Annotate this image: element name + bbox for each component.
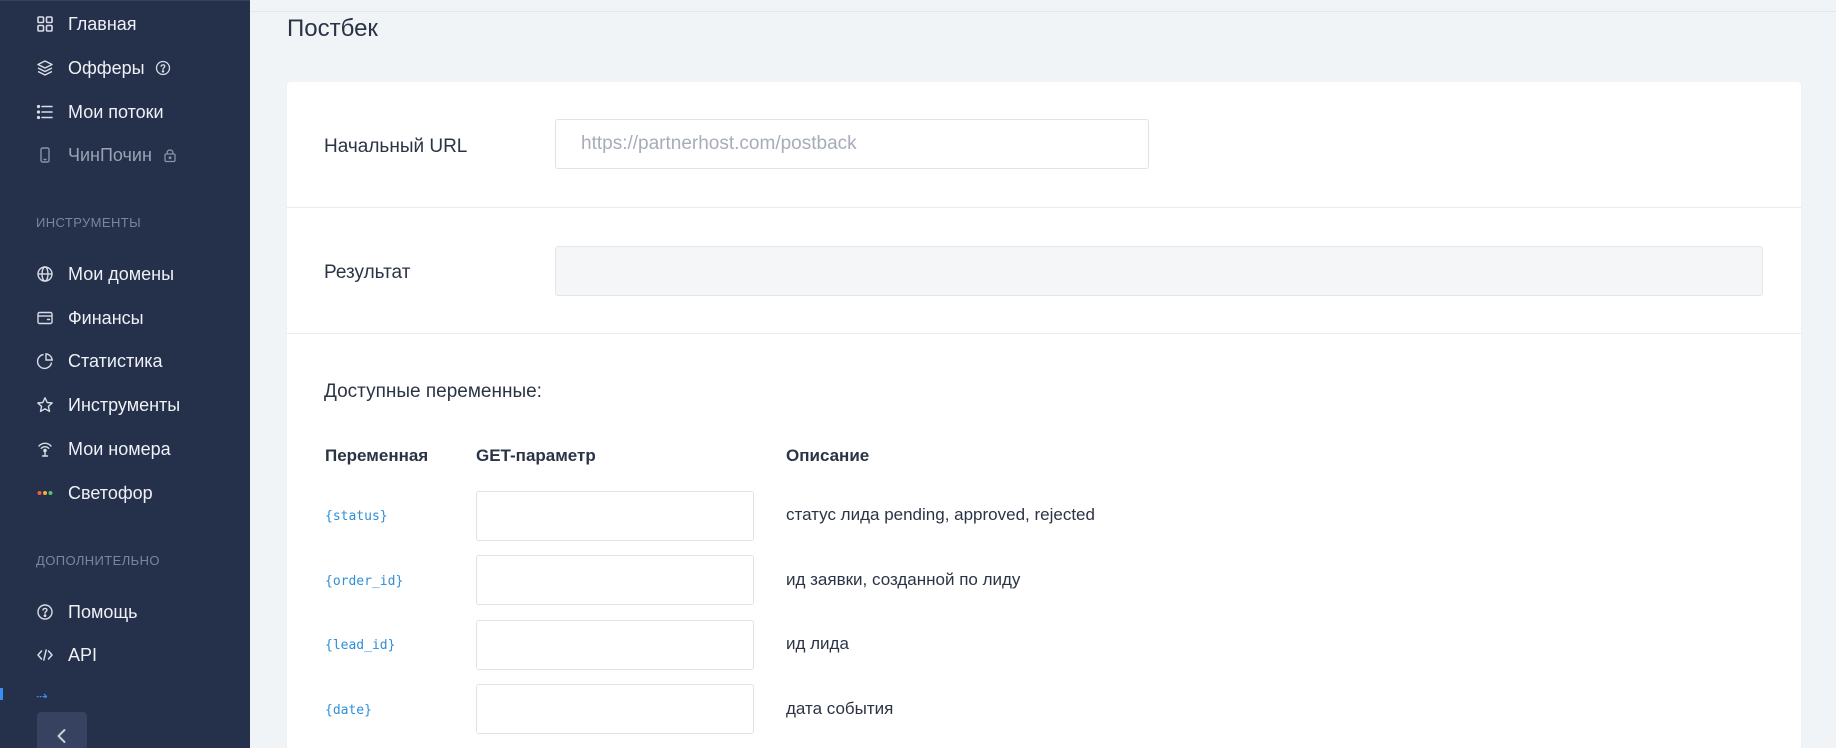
sidebar-item-offers[interactable]: Офферы bbox=[36, 54, 171, 82]
sidebar-item-streams[interactable]: Мои потоки bbox=[36, 98, 164, 126]
variable-description: статус лида pending, approved, rejected bbox=[786, 505, 1095, 524]
sidebar-item-label: Мои номера bbox=[68, 438, 171, 459]
grid-icon bbox=[36, 15, 54, 33]
variable-description: ид заявки, созданной по лиду bbox=[786, 570, 1021, 589]
globe-icon bbox=[36, 265, 54, 283]
variable-name: {date} bbox=[325, 703, 372, 718]
url-label: Начальный URL bbox=[324, 136, 468, 157]
sidebar-item-home[interactable]: Главная bbox=[36, 10, 137, 38]
start-url-input[interactable] bbox=[555, 119, 1149, 169]
phone-icon bbox=[36, 146, 54, 164]
sidebar-item-help[interactable]: Помощь bbox=[36, 598, 138, 626]
chevron-left-icon bbox=[57, 729, 66, 743]
lock-icon bbox=[162, 147, 178, 163]
code-icon bbox=[36, 646, 54, 664]
sidebar-item-domains[interactable]: Мои домены bbox=[36, 260, 174, 288]
page-title: Постбек bbox=[287, 15, 378, 42]
sidebar-item-label: Мои домены bbox=[68, 263, 175, 284]
sidebar-item-label: Главная bbox=[68, 13, 137, 34]
app: Главная Офферы Мои потоки ЧинПочин ИНСТР… bbox=[0, 0, 1836, 748]
sidebar-item-label: API bbox=[68, 644, 98, 665]
sidebar-top-divider bbox=[0, 0, 250, 1]
sidebar-item-label: Помощь bbox=[68, 601, 138, 622]
variable-description: дата события bbox=[786, 699, 894, 718]
row-divider bbox=[287, 333, 1801, 334]
sidebar-item-traffic-light[interactable]: Светофор bbox=[36, 479, 153, 507]
sidebar-item-partial[interactable]: ⇢ bbox=[36, 688, 126, 698]
section-title-tools: ИНСТРУМЕНТЫ bbox=[36, 215, 142, 230]
variable-name: {status} bbox=[325, 509, 388, 524]
column-header-get-param: GET-параметр bbox=[476, 446, 596, 465]
sidebar-item-statistics[interactable]: Статистика bbox=[36, 347, 163, 375]
result-output bbox=[555, 246, 1763, 296]
column-header-variable: Переменная bbox=[325, 446, 429, 465]
sidebar-item-chinpochin[interactable]: ЧинПочин bbox=[36, 141, 178, 169]
traffic-light-icon bbox=[36, 484, 54, 502]
sidebar-item-label: Мои потоки bbox=[68, 101, 164, 122]
sidebar-item-numbers[interactable]: Мои номера bbox=[36, 435, 171, 463]
get-param-input-status[interactable] bbox=[476, 491, 754, 541]
sidebar-item-label: Светофор bbox=[68, 482, 153, 503]
sidebar-item-finance[interactable]: Финансы bbox=[36, 304, 144, 332]
sidebar-item-label: Офферы bbox=[68, 57, 145, 78]
sidebar-item-label: ЧинПочин bbox=[68, 144, 152, 165]
get-param-input-order-id[interactable] bbox=[476, 555, 754, 605]
section-title-extra: ДОПОЛНИТЕЛЬНО bbox=[36, 553, 160, 568]
layers-icon bbox=[36, 59, 54, 77]
help-circle-icon[interactable] bbox=[155, 60, 171, 76]
collapse-sidebar-button[interactable] bbox=[37, 712, 87, 748]
star-icon bbox=[36, 396, 54, 414]
sidebar-item-label: Статистика bbox=[68, 350, 163, 371]
list-icon bbox=[36, 103, 54, 121]
wallet-icon bbox=[36, 309, 54, 327]
row-divider bbox=[287, 207, 1801, 208]
variable-description: ид лида bbox=[786, 634, 849, 653]
sidebar-item-label: Финансы bbox=[68, 307, 144, 328]
get-param-input-lead-id[interactable] bbox=[476, 620, 754, 670]
sidebar: Главная Офферы Мои потоки ЧинПочин ИНСТР… bbox=[0, 0, 250, 748]
sidebar-item-api[interactable]: API bbox=[36, 641, 97, 669]
pie-chart-icon bbox=[36, 352, 54, 370]
variable-name: {order_id} bbox=[325, 574, 404, 589]
active-item-marker bbox=[0, 688, 3, 700]
antenna-icon bbox=[36, 440, 54, 458]
variables-heading: Доступные переменные: bbox=[324, 381, 542, 402]
header-divider bbox=[250, 11, 1836, 12]
help-circle-icon bbox=[36, 603, 54, 621]
column-header-description: Описание bbox=[786, 446, 870, 465]
sidebar-item-label: Инструменты bbox=[68, 394, 181, 415]
variable-name: {lead_id} bbox=[325, 638, 396, 653]
sidebar-item-instruments[interactable]: Инструменты bbox=[36, 391, 180, 419]
get-param-input-date[interactable] bbox=[476, 684, 754, 734]
result-label: Результат bbox=[324, 262, 411, 283]
